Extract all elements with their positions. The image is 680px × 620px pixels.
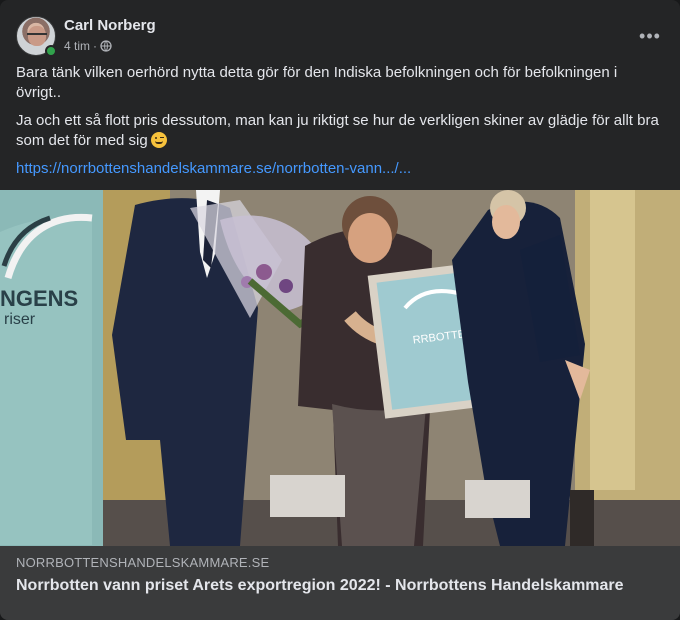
more-options-icon[interactable]: ••• <box>636 22 664 50</box>
author-name[interactable]: Carl Norberg <box>64 17 156 34</box>
preview-domain: NORRBOTTENSHANDELSKAMMARE.SE <box>16 555 270 570</box>
article-link[interactable]: https://norrbottenshandelskammare.se/nor… <box>16 160 411 177</box>
post-paragraph-2-text: Ja och ett så flott pris dessutom, man k… <box>16 112 659 149</box>
meta-separator: · <box>93 39 98 53</box>
post-meta: 4 tim · <box>64 39 112 53</box>
winking-face-emoji-icon <box>150 132 167 148</box>
avatar-glasses <box>27 33 47 37</box>
banner-text-2: riser <box>4 311 36 328</box>
public-globe-icon[interactable] <box>100 40 112 52</box>
banner-text-1: NGENS <box>0 286 78 311</box>
post-paragraph-1: Bara tänk vilken oerhörd nytta detta gör… <box>16 64 618 101</box>
post-paragraph-2: Ja och ett så flott pris dessutom, man k… <box>16 111 666 151</box>
post-header: Carl Norberg 4 tim · ••• <box>16 14 664 58</box>
emoji-mouth <box>154 141 163 144</box>
link-preview[interactable]: NORRBOTTENSHANDELSKAMMARE.SE Norrbotten … <box>0 546 680 620</box>
online-status-icon <box>45 45 57 57</box>
post-text: Bara tänk vilken oerhörd nytta detta gör… <box>16 63 666 179</box>
post-time[interactable]: 4 tim <box>64 39 90 53</box>
award-photo[interactable]: NGENS riser RRBOTTEN <box>0 190 680 546</box>
preview-title[interactable]: Norrbotten vann priset Arets exportregio… <box>16 575 626 596</box>
facebook-post: Carl Norberg 4 tim · ••• Bara tänk vilke… <box>0 0 680 620</box>
